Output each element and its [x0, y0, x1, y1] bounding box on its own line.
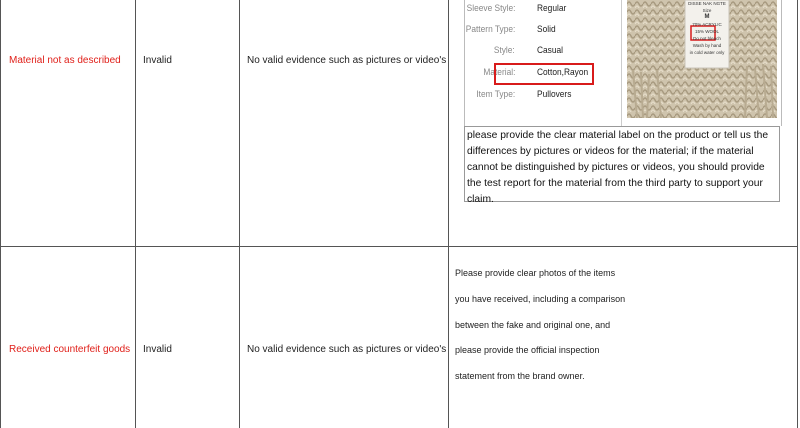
label-line: DISSE NAK NGTE: [688, 1, 726, 6]
column-divider: [448, 0, 449, 428]
spec-key: Sleeve Style:: [466, 3, 515, 14]
label-line: Wash by hand: [692, 43, 722, 48]
spec-row: Style: Casual: [465, 45, 625, 59]
spec-value: Solid: [537, 24, 556, 35]
product-spec-screenshot: Sleeve Style: Regular Pattern Type: Soli…: [464, 0, 782, 126]
spec-key: Style:: [494, 45, 515, 56]
guidance-line: please provide the official inspection: [455, 345, 600, 355]
dispute-status: Invalid: [143, 55, 172, 66]
label-line: M: [704, 14, 710, 20]
spec-key: Pattern Type:: [465, 24, 515, 35]
spec-row: Item Type: Pullovers: [465, 89, 625, 103]
label-line: Size: [702, 8, 712, 13]
spec-value: Casual: [537, 45, 564, 56]
table-border-left: [0, 0, 1, 428]
dispute-reason: Received counterfeit goods: [9, 344, 131, 355]
guidance-line: Please provide clear photos of the items: [455, 268, 616, 278]
dispute-status: Invalid: [143, 344, 172, 355]
evidence-note: No valid evidence such as pictures or vi…: [247, 55, 447, 66]
dispute-evidence-table: Material not as described Invalid No val…: [0, 0, 798, 428]
spec-row: Pattern Type: Solid: [465, 24, 625, 38]
material-highlight-box: [494, 63, 594, 85]
guidance-line: you have received, including a compariso…: [455, 294, 626, 304]
column-divider: [135, 0, 136, 428]
sweater-label-photo: DISSE NAK NGTE Size M 70% ACRYLIC 15% WO…: [627, 0, 777, 118]
evidence-note: No valid evidence such as pictures or vi…: [247, 344, 447, 355]
dispute-reason: Material not as described: [9, 55, 121, 66]
spec-value: Pullovers: [537, 89, 572, 100]
spec-row: Sleeve Style: Regular: [465, 3, 625, 17]
care-label-text: DISSE NAK NGTE Size M 70% ACRYLIC 15% WO…: [685, 0, 729, 56]
spec-key: Item Type:: [476, 89, 515, 100]
guidance-line: statement from the brand owner.: [455, 371, 585, 381]
guidance-line: between the fake and original one, and: [455, 320, 611, 330]
spec-divider: [621, 0, 622, 126]
label-line: in cold water only: [689, 50, 725, 55]
spec-value: Regular: [537, 3, 567, 14]
label-line: 15% WOOL: [694, 29, 719, 34]
row-divider: [0, 246, 798, 247]
label-line: Do not bleach: [693, 36, 721, 41]
column-divider: [239, 0, 240, 428]
table-border-right: [797, 0, 798, 428]
material-guidance-note: please provide the clear material label …: [464, 126, 780, 205]
label-line: 70% ACRYLIC: [692, 22, 722, 27]
